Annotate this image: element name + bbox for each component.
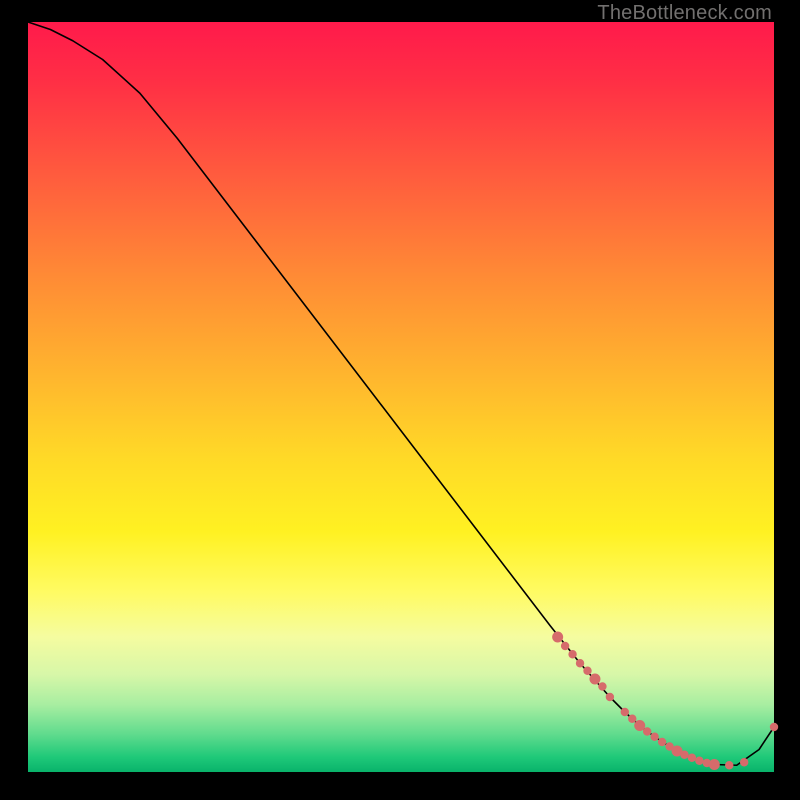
highlight-point [658, 738, 666, 746]
highlight-point [576, 659, 584, 667]
highlight-points [552, 632, 778, 771]
plot-area [28, 22, 774, 772]
bottleneck-curve [28, 22, 774, 765]
chart-stage: TheBottleneck.com [0, 0, 800, 800]
highlight-point [606, 693, 614, 701]
highlight-point [552, 632, 563, 643]
highlight-point [695, 757, 703, 765]
highlight-point [740, 758, 748, 766]
highlight-point [568, 650, 576, 658]
highlight-point [628, 715, 636, 723]
highlight-point [770, 723, 778, 731]
watermark-text: TheBottleneck.com [597, 2, 772, 25]
highlight-point [688, 754, 696, 762]
highlight-point [561, 642, 569, 650]
highlight-point [583, 667, 591, 675]
highlight-point [598, 682, 606, 690]
curve-layer [28, 22, 774, 772]
highlight-point [680, 751, 688, 759]
highlight-point [589, 674, 600, 685]
highlight-point [725, 761, 733, 769]
highlight-point [650, 733, 658, 741]
highlight-point [709, 759, 720, 770]
highlight-point [621, 708, 629, 716]
highlight-point [634, 720, 645, 731]
highlight-point [643, 727, 651, 735]
